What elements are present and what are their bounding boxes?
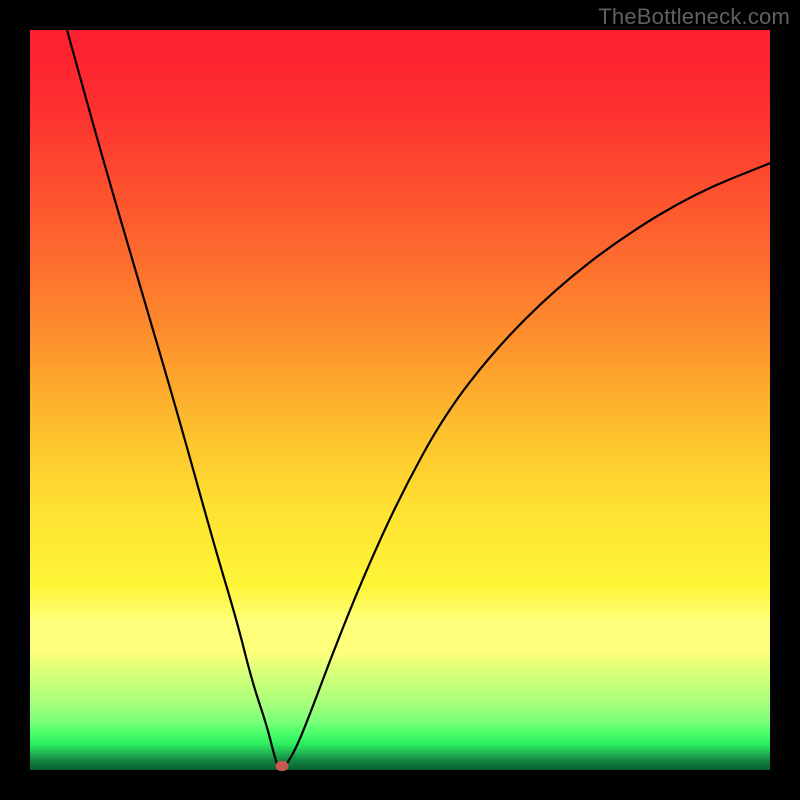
plot-area [30, 30, 770, 770]
optimum-marker [275, 761, 288, 771]
curve-left-branch [67, 30, 278, 766]
bottleneck-curve [30, 30, 770, 770]
watermark-text: TheBottleneck.com [598, 4, 790, 30]
curve-right-branch [285, 163, 770, 766]
chart-frame: TheBottleneck.com [0, 0, 800, 800]
